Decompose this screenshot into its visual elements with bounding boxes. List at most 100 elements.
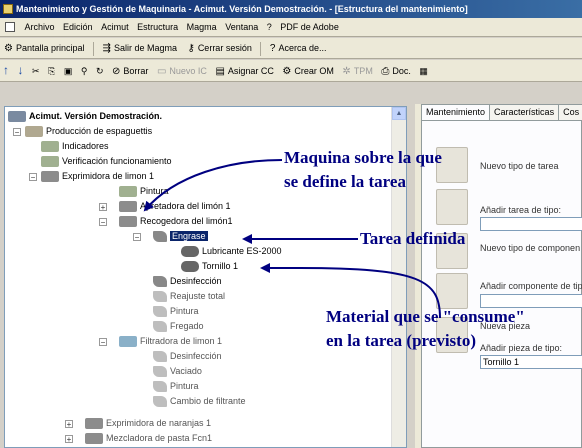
tree-node-tornillo[interactable]: Tornillo 1 <box>181 259 238 273</box>
tree-node-produccion[interactable]: Producción de espaguettis <box>25 124 152 138</box>
toolbar-separator <box>260 41 262 56</box>
tree-node-label: Pintura <box>170 381 199 391</box>
find-icon[interactable]: ⚲ <box>78 61 91 81</box>
nuevo-ic-button[interactable]: ▭ Nuevo IC <box>154 61 210 81</box>
annotation-material-line2: en la tarea (previsto) <box>326 331 476 350</box>
menu-edicion[interactable]: Edición <box>60 18 96 36</box>
tree-node-desinfeccion[interactable]: Desinfección <box>153 274 222 288</box>
crear-om-button[interactable]: ⚙ Crear OM <box>279 61 336 81</box>
tree-node-label-selected: Engrase <box>170 231 208 241</box>
scroll-up-icon[interactable]: ▲ <box>392 107 406 120</box>
tipo-componente-input[interactable] <box>480 294 582 308</box>
doc-label: Doc. <box>392 66 411 76</box>
tipo-tarea-input[interactable] <box>480 217 582 231</box>
menu-archivo[interactable]: Archivo <box>22 18 58 36</box>
tree-node-reajuste[interactable]: Reajuste total <box>153 289 225 303</box>
tab-mantenimiento[interactable]: Mantenimiento <box>421 104 491 120</box>
collapse-icon[interactable]: − <box>29 173 37 182</box>
indicator-icon <box>41 141 59 153</box>
tipo-pieza-input[interactable]: Tornillo 1 <box>480 355 582 369</box>
tree-node-label: Producción de espaguettis <box>46 126 153 136</box>
anadir-componente-button[interactable] <box>436 273 468 309</box>
salir-label: Salir de Magma <box>113 43 177 53</box>
tree-node-filtradora[interactable]: Filtradora de limon 1 <box>119 334 222 348</box>
salir-button[interactable]: ⇶ Salir de Magma <box>99 38 181 59</box>
wrench-icon <box>153 291 167 303</box>
pantalla-principal-button[interactable]: ⚙ Pantalla principal <box>0 38 89 59</box>
anadir-tarea-button[interactable] <box>436 189 468 225</box>
tree-node-pintura3[interactable]: Pintura <box>153 379 199 393</box>
tree-node-recogedora[interactable]: Recogedora del limón1 <box>119 214 233 228</box>
tree-node-vaciado[interactable]: Vaciado <box>153 364 202 378</box>
app-icon <box>3 4 13 14</box>
tree-node-cambio[interactable]: Cambio de filtrante <box>153 394 246 408</box>
cut-icon[interactable]: ✂ <box>29 61 43 81</box>
menu-magma[interactable]: Magma <box>184 18 220 36</box>
collapse-icon[interactable]: − <box>13 128 21 137</box>
tree-node-label: Tornillo 1 <box>202 261 239 271</box>
tree-node-exprimidora-naranjas[interactable]: Exprimidora de naranjas 1 <box>85 416 211 430</box>
wrench-icon <box>153 321 167 333</box>
refresh-icon[interactable]: ↻ <box>93 61 107 81</box>
tree-node-label: Desinfección <box>170 276 222 286</box>
expand-icon[interactable]: + <box>99 203 107 212</box>
tree-node-pintura[interactable]: Pintura <box>119 184 169 198</box>
tree-node-lubricante[interactable]: Lubricante ES-2000 <box>181 244 282 258</box>
tree-node-engrase[interactable]: Engrase <box>153 229 208 243</box>
acerca-button[interactable]: ? Acerca de... <box>266 38 331 59</box>
tree-node-label: Indicadores <box>62 141 109 151</box>
expand-icon[interactable]: + <box>65 435 73 444</box>
move-down-icon[interactable]: ↓ <box>15 60 27 81</box>
tree-node-label: Acimut. Versión Demostración. <box>29 111 163 121</box>
menu-ventana[interactable]: Ventana <box>222 18 261 36</box>
menu-help[interactable]: ? <box>264 18 275 36</box>
asignar-cc-button[interactable]: ▤ Asignar CC <box>212 61 276 81</box>
tree-node-desinfeccion2[interactable]: Desinfección <box>153 349 222 363</box>
document-icon[interactable] <box>5 22 15 32</box>
collapse-icon[interactable]: − <box>99 218 107 227</box>
copy-icon[interactable]: ⎘ <box>45 61 58 81</box>
tree-node-verificacion[interactable]: Verificación funcionamiento <box>41 154 172 168</box>
tree-node-root[interactable]: Acimut. Versión Demostración. <box>8 109 162 123</box>
tree-node-label: Fregado <box>170 321 204 331</box>
tree-node-pintura2[interactable]: Pintura <box>153 304 199 318</box>
doc-button[interactable]: ⎙ Doc. <box>378 61 414 81</box>
mantenimiento-panel: Nuevo tipo de tarea Añadir tarea de tipo… <box>421 120 582 448</box>
tree-node-apretadora[interactable]: Apretadora del limón 1 <box>119 199 231 213</box>
window-title: Mantenimiento y Gestión de Maquinaria - … <box>16 4 468 14</box>
wrench-icon <box>153 351 167 363</box>
tree-node-label: Apretadora del limón 1 <box>140 201 231 211</box>
tree-node-exprimidora[interactable]: Exprimidora de limon 1 <box>41 169 154 183</box>
help-icon: ? <box>269 43 276 54</box>
annotation-material-line1: Material que se "consume" <box>326 307 525 326</box>
tree-node-label: Desinfección <box>170 351 222 361</box>
tab-costes[interactable]: Cos <box>558 104 582 120</box>
tree-node-indicadores[interactable]: Indicadores <box>41 139 109 153</box>
details-tabs: Mantenimiento Características Cos <box>421 104 582 120</box>
expand-icon[interactable]: + <box>65 420 73 429</box>
pantalla-label: Pantalla principal <box>15 43 85 53</box>
cerrar-label: Cerrar sesión <box>197 43 252 53</box>
menu-estructura[interactable]: Estructura <box>134 18 181 36</box>
tree-node-label: Pintura <box>140 186 169 196</box>
tree-node-fregado[interactable]: Fregado <box>153 319 204 333</box>
tab-caracteristicas[interactable]: Características <box>489 104 560 120</box>
menu-acimut[interactable]: Acimut <box>98 18 132 36</box>
tree-node-label: Verificación funcionamiento <box>62 156 172 166</box>
cerrar-sesion-button[interactable]: ⚷ Cerrar sesión <box>183 38 255 59</box>
collapse-icon[interactable]: − <box>99 338 107 347</box>
wrench-icon <box>153 306 167 318</box>
tpm-button[interactable]: ✲ TPM <box>339 61 375 81</box>
borrar-button[interactable]: ⊘ Borrar <box>109 61 151 81</box>
tpm-label: TPM <box>353 66 373 76</box>
move-up-icon[interactable]: ↑ <box>0 60 12 81</box>
wrench-icon <box>153 366 167 378</box>
properties-icon[interactable]: ▦ <box>416 61 431 81</box>
tree-node-mezcladora[interactable]: Mezcladora de pasta Fcn1 <box>85 431 212 445</box>
tpm-icon: ✲ <box>342 66 351 77</box>
window-title-bar: Mantenimiento y Gestión de Maquinaria - … <box>0 0 582 18</box>
indicator-icon <box>119 186 137 198</box>
menu-pdf[interactable]: PDF de Adobe <box>277 18 342 36</box>
paste-icon[interactable]: ▣ <box>61 61 76 81</box>
collapse-icon[interactable]: − <box>133 233 141 242</box>
